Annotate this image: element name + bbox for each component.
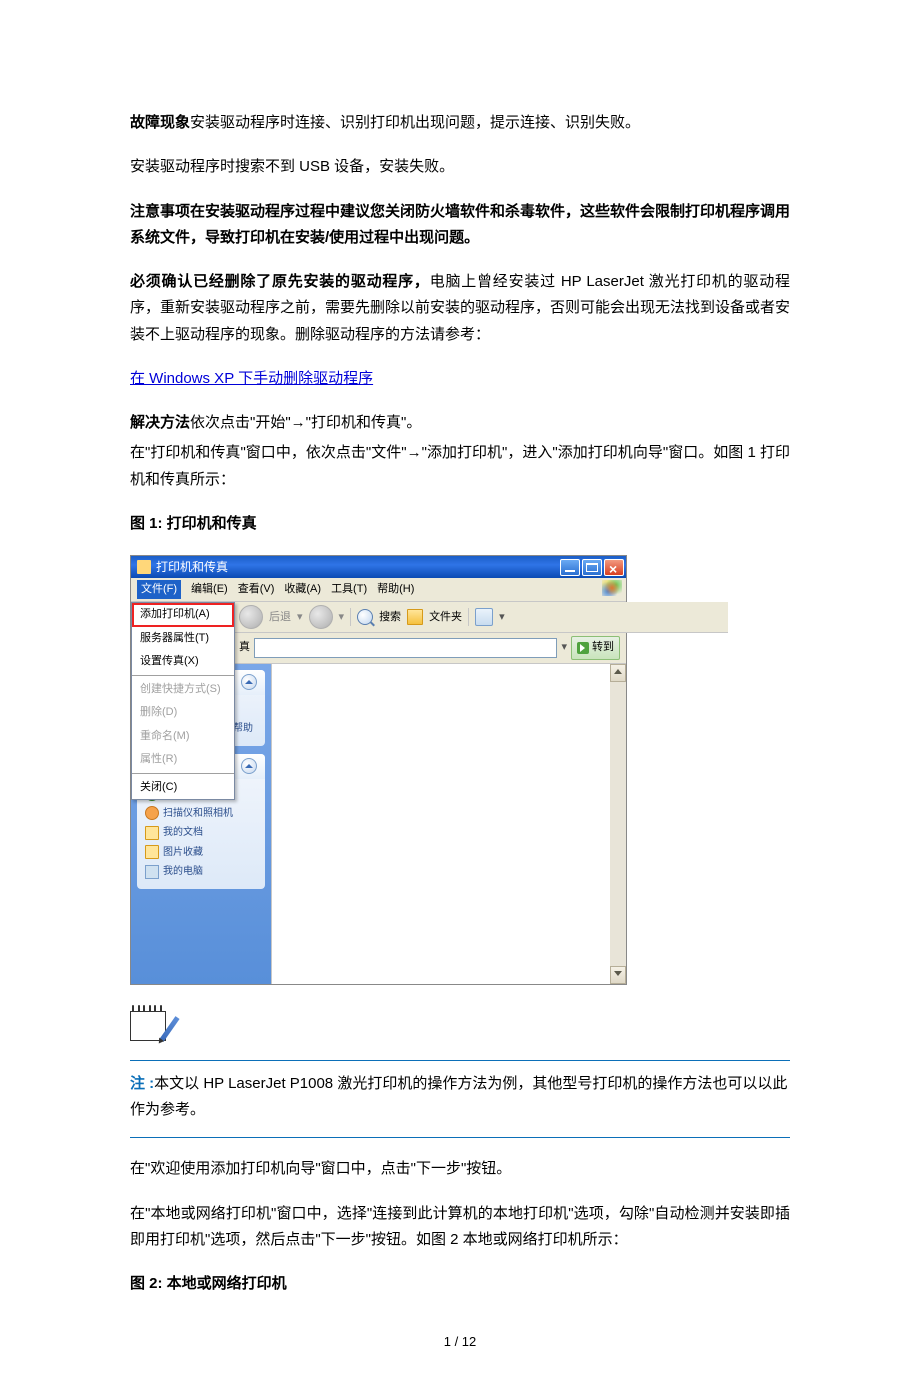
- figure-2-caption: 图 2: 本地或网络打印机: [130, 1271, 790, 1297]
- menuitem-delete[interactable]: 删除(D): [132, 701, 234, 724]
- menu-view[interactable]: 查看(V): [238, 580, 275, 599]
- menubar: 文件(F) 编辑(E) 查看(V) 收藏(A) 工具(T) 帮助(H): [131, 578, 626, 602]
- menuitem-properties[interactable]: 属性(R): [132, 748, 234, 771]
- para-local-network: 在"本地或网络打印机"窗口中，选择"连接到此计算机的本地打印机"选项，勾除"自动…: [130, 1201, 790, 1254]
- search-label[interactable]: 搜索: [379, 608, 401, 627]
- other-place-item[interactable]: 我的电脑: [145, 863, 257, 881]
- other-place-label-3: 图片收藏: [163, 844, 203, 862]
- menu-separator: [132, 773, 234, 774]
- back-label: 后退: [269, 608, 291, 627]
- document-page: 故障现象安装驱动程序时连接、识别打印机出现问题，提示连接、识别失败。 安装驱动程…: [0, 0, 920, 1384]
- para-usb: 安装驱动程序时搜索不到 USB 设备，安装失败。: [130, 154, 790, 180]
- figure-1-caption: 图 1: 打印机和传真: [130, 511, 790, 537]
- menu-separator: [132, 675, 234, 676]
- folders-icon[interactable]: [407, 609, 423, 625]
- forward-button-icon[interactable]: [309, 605, 333, 629]
- para-fault: 故障现象安装驱动程序时连接、识别打印机出现问题，提示连接、识别失败。: [130, 110, 790, 136]
- other-place-item[interactable]: 扫描仪和照相机: [145, 805, 257, 823]
- other-place-label-2: 我的文档: [163, 824, 203, 842]
- folder-icon: [145, 845, 159, 859]
- collapse-icon[interactable]: [241, 674, 257, 690]
- go-arrow-icon: [577, 642, 589, 654]
- label-confirm-delete: 必须确认已经删除了原先安装的驱动程序，: [130, 273, 430, 290]
- menuitem-add-printer[interactable]: 添加打印机(A): [132, 603, 234, 626]
- menu-tools[interactable]: 工具(T): [331, 580, 367, 599]
- label-solution: 解决方法: [130, 414, 190, 431]
- para-step1: 在"打印机和传真"窗口中，依次点击"文件"→"添加打印机"，进入"添加打印机向导…: [130, 440, 790, 493]
- back-button-icon[interactable]: [239, 605, 263, 629]
- other-place-item[interactable]: 我的文档: [145, 824, 257, 842]
- windows-flag-icon: [602, 580, 622, 596]
- go-label: 转到: [592, 638, 614, 657]
- menu-help[interactable]: 帮助(H): [377, 580, 414, 599]
- menuitem-server-properties[interactable]: 服务器属性(T): [132, 627, 234, 650]
- link-manual-delete-driver[interactable]: 在 Windows XP 下手动删除驱动程序: [130, 370, 373, 387]
- search-icon[interactable]: [357, 609, 373, 625]
- text-solution: 依次点击"开始"→"打印机和传真"。: [190, 414, 421, 431]
- toolbar: 后退 ▾ ▾ 搜索 文件夹 ▾: [233, 602, 728, 633]
- para-confirm-delete: 必须确认已经删除了原先安装的驱动程序，电脑上曾经安装过 HP LaserJet …: [130, 269, 790, 348]
- views-icon[interactable]: [475, 608, 493, 626]
- para-solution: 解决方法依次点击"开始"→"打印机和传真"。: [130, 410, 790, 436]
- para-link: 在 Windows XP 下手动删除驱动程序: [130, 366, 790, 392]
- folders-label[interactable]: 文件夹: [429, 608, 462, 627]
- minimize-button[interactable]: [560, 559, 580, 576]
- close-button[interactable]: [604, 559, 624, 576]
- vertical-scrollbar[interactable]: [610, 664, 626, 984]
- note-text: 本文以 HP LaserJet P1008 激光打印机的操作方法为例，其他型号打…: [130, 1075, 787, 1118]
- window-titlebar: 打印机和传真: [131, 556, 626, 578]
- note-icon: [130, 1005, 170, 1043]
- other-place-label-4: 我的电脑: [163, 863, 203, 881]
- address-label: 真: [239, 638, 250, 657]
- menu-favorites[interactable]: 收藏(A): [284, 580, 321, 599]
- menu-file[interactable]: 文件(F): [137, 580, 181, 599]
- folder-icon: [145, 826, 159, 840]
- file-menu-dropdown: 添加打印机(A) 服务器属性(T) 设置传真(X) 创建快捷方式(S) 删除(D…: [131, 602, 235, 800]
- scroll-up-icon[interactable]: [610, 664, 626, 682]
- page-number: 1 / 12: [130, 1331, 790, 1354]
- note-label: 注 :: [130, 1075, 154, 1092]
- note-box: 注 :本文以 HP LaserJet P1008 激光打印机的操作方法为例，其他…: [130, 1060, 790, 1139]
- menu-edit[interactable]: 编辑(E): [191, 580, 228, 599]
- collapse-icon[interactable]: [241, 758, 257, 774]
- scroll-down-icon[interactable]: [610, 966, 626, 984]
- maximize-button[interactable]: [582, 559, 602, 576]
- para-welcome-wizard: 在"欢迎使用添加打印机向导"窗口中，点击"下一步"按钮。: [130, 1156, 790, 1182]
- scanner-icon: [145, 806, 159, 820]
- address-input[interactable]: [254, 638, 557, 658]
- other-place-label-1: 扫描仪和照相机: [163, 805, 233, 823]
- menuitem-setup-fax[interactable]: 设置传真(X): [132, 650, 234, 673]
- text-fault: 安装驱动程序时连接、识别打印机出现问题，提示连接、识别失败。: [190, 114, 640, 131]
- main-content-area: [271, 664, 626, 984]
- window-title: 打印机和传真: [156, 557, 228, 578]
- my-computer-icon: [145, 865, 159, 879]
- printer-icon: [137, 560, 151, 574]
- other-place-item[interactable]: 图片收藏: [145, 844, 257, 862]
- menuitem-create-shortcut[interactable]: 创建快捷方式(S): [132, 678, 234, 701]
- para-caution: 注意事项在安装驱动程序过程中建议您关闭防火墙软件和杀毒软件，这些软件会限制打印机…: [130, 199, 790, 252]
- menuitem-close[interactable]: 关闭(C): [132, 776, 234, 799]
- figure-1-window: 打印机和传真 文件(F) 编辑(E) 查看(V) 收藏(A) 工具(T) 帮助(…: [130, 555, 627, 985]
- menuitem-rename[interactable]: 重命名(M): [132, 725, 234, 748]
- label-fault: 故障现象: [130, 114, 190, 131]
- go-button[interactable]: 转到: [571, 636, 620, 659]
